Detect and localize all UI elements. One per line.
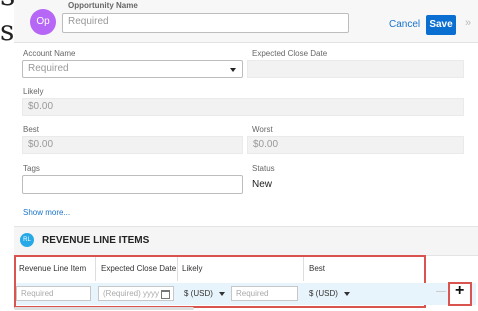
add-row-button[interactable]: + — [455, 282, 464, 300]
likely-currency-select[interactable]: $ (USD) — [184, 286, 225, 301]
account-name-label: Account Name — [23, 49, 76, 58]
rli-item-input[interactable]: Required — [16, 286, 91, 301]
best-field: $0.00 — [22, 136, 243, 154]
show-more-link[interactable]: Show more... — [23, 208, 70, 217]
likely-field: $0.00 — [22, 98, 464, 116]
col-divider — [95, 257, 96, 281]
chevron-down-icon — [218, 291, 225, 296]
col-divider — [303, 257, 304, 281]
rli-title: REVENUE LINE ITEMS — [42, 235, 150, 246]
likely-label: Likely — [23, 87, 44, 96]
opportunity-name-input[interactable]: Required — [62, 13, 349, 33]
save-button[interactable]: Save — [426, 15, 456, 35]
col-likely: Likely — [182, 264, 203, 273]
col-best: Best — [309, 264, 326, 273]
account-name-value: Required — [28, 63, 69, 74]
likely-currency-value: $ (USD) — [184, 289, 213, 298]
module-avatar: Op — [30, 9, 56, 35]
likely-value: $0.00 — [28, 101, 54, 112]
col-revenue-line-item: Revenue Line Item — [19, 264, 87, 273]
best-value: $0.00 — [28, 139, 54, 150]
opportunity-name-label: Opportunity Name — [68, 1, 138, 10]
best-currency-value: $ (USD) — [309, 289, 338, 298]
status-value: New — [252, 179, 273, 190]
rli-badge: RL — [20, 233, 34, 247]
rli-likely-input[interactable]: Required — [231, 286, 298, 301]
horizontal-scrollbar[interactable] — [14, 307, 194, 310]
more-actions-icon[interactable]: » — [465, 17, 471, 29]
chevron-down-icon — [230, 68, 236, 72]
account-name-select[interactable]: Required — [22, 60, 243, 78]
chevron-down-icon — [343, 291, 350, 296]
rli-date-placeholder: (Required) yyyy — [103, 289, 160, 298]
rli-date-input[interactable]: (Required) yyyy — [98, 286, 174, 301]
worst-field: $0.00 — [247, 136, 464, 154]
expected-close-date-label: Expected Close Date — [252, 49, 328, 58]
tags-label: Tags — [23, 164, 40, 173]
cancel-button[interactable]: Cancel — [389, 19, 420, 30]
expected-close-date-field — [247, 60, 464, 78]
opportunity-name-placeholder: Required — [68, 16, 109, 27]
calendar-icon[interactable] — [161, 290, 170, 299]
rli-likely-placeholder: Required — [236, 289, 269, 298]
remove-row-button[interactable]: — — [436, 286, 446, 297]
worst-value: $0.00 — [253, 139, 279, 150]
rli-item-placeholder: Required — [21, 289, 54, 298]
best-label: Best — [23, 125, 40, 134]
col-divider — [177, 257, 178, 281]
best-currency-select[interactable]: $ (USD) — [309, 286, 350, 301]
status-label: Status — [252, 164, 275, 173]
col-expected-close-date: Expected Close Date — [101, 264, 177, 273]
tags-input[interactable] — [22, 175, 243, 194]
worst-label: Worst — [252, 125, 273, 134]
